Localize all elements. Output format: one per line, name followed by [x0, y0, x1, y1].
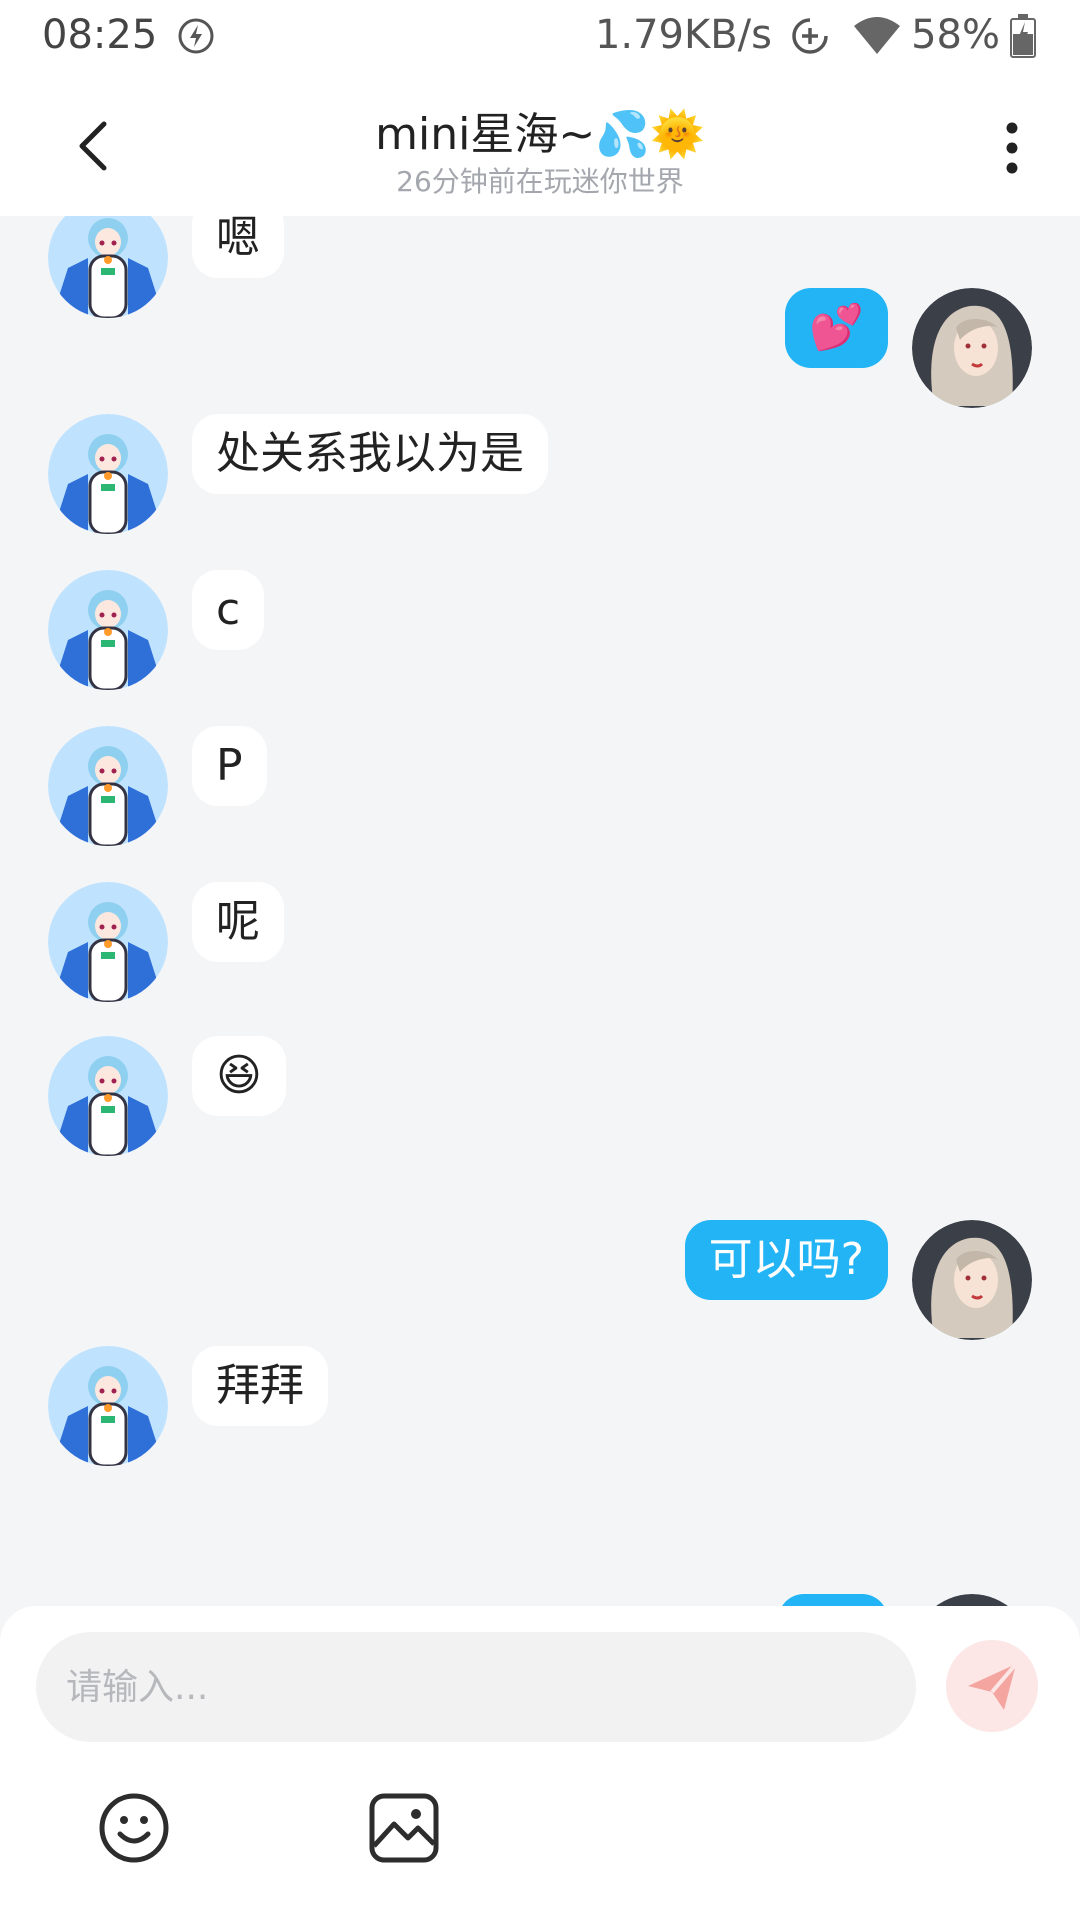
more-options-button[interactable]	[992, 116, 1032, 180]
image-button[interactable]	[366, 1790, 442, 1866]
send-button[interactable]	[946, 1640, 1038, 1732]
contact-name: mini星海~💦🌞	[375, 109, 705, 160]
input-panel	[0, 1606, 1080, 1920]
contact-avatar[interactable]	[48, 216, 168, 318]
chat-header: mini星海~💦🌞 26分钟前在玩迷你世界	[0, 76, 1080, 216]
my-avatar[interactable]	[912, 1220, 1032, 1340]
my-avatar[interactable]	[912, 288, 1032, 408]
contact-avatar[interactable]	[48, 414, 168, 534]
send-icon	[968, 1662, 1018, 1710]
message-bubble[interactable]	[778, 1594, 888, 1606]
message-bubble[interactable]: c	[192, 570, 265, 650]
message-list[interactable]: 嗯 💕 处关系我以为是 c P 呢 😆 可以吗? 拜拜	[0, 216, 1080, 1606]
contact-avatar[interactable]	[48, 726, 168, 846]
contact-avatar[interactable]	[48, 882, 168, 1002]
contact-avatar[interactable]	[48, 1346, 168, 1466]
message-bubble[interactable]: 可以吗?	[684, 1220, 888, 1300]
message-bubble[interactable]: 😆	[192, 1036, 286, 1116]
chat-screen: 08:25 1.79KB/s 58% mini星海~💦🌞 26分钟前在玩迷你世界	[0, 0, 1080, 1920]
wifi-icon	[854, 17, 900, 54]
contact-avatar[interactable]	[48, 570, 168, 690]
message-input[interactable]	[36, 1632, 916, 1742]
message-bubble[interactable]: 嗯	[192, 216, 284, 278]
network-speed: 1.79KB/s	[594, 12, 772, 58]
emoji-button[interactable]	[96, 1790, 172, 1866]
data-saver-icon	[792, 18, 828, 54]
battery-percent: 58%	[911, 12, 1000, 58]
message-bubble[interactable]: 呢	[192, 882, 284, 962]
status-bar: 08:25 1.79KB/s 58%	[0, 0, 1080, 76]
battery-icon	[1010, 14, 1036, 58]
message-bubble[interactable]: 💕	[785, 288, 888, 368]
status-time: 08:25	[42, 12, 158, 58]
my-avatar[interactable]	[912, 1594, 1032, 1606]
message-bubble[interactable]: 拜拜	[192, 1346, 328, 1426]
message-bubble[interactable]: 处关系我以为是	[192, 414, 548, 494]
flash-icon	[178, 18, 214, 54]
contact-avatar[interactable]	[48, 1036, 168, 1156]
message-bubble[interactable]: P	[192, 726, 267, 806]
contact-status: 26分钟前在玩迷你世界	[396, 165, 684, 198]
